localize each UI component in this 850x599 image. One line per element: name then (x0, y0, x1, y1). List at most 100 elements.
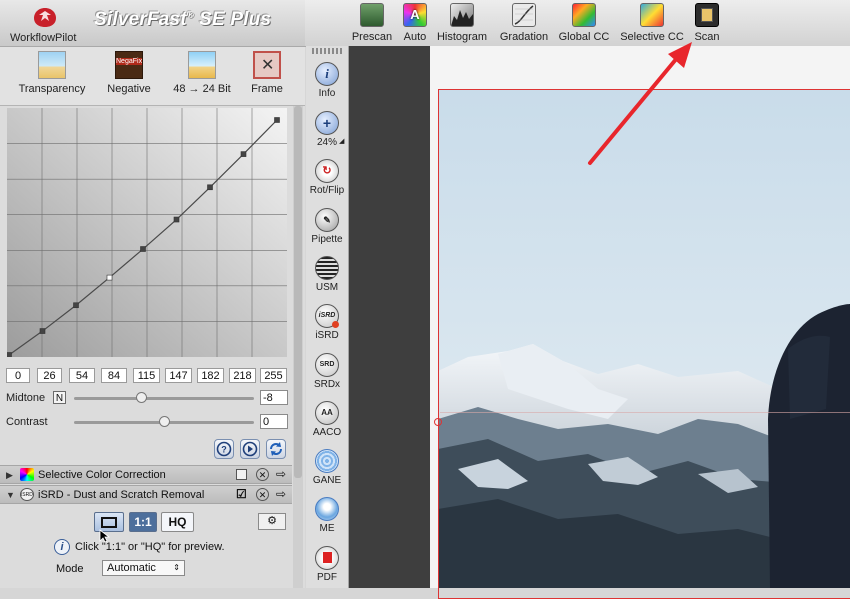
me-label: ME (319, 523, 335, 534)
pdf-tool[interactable]: PDF (306, 546, 348, 583)
curve-value-8[interactable]: 255 (260, 368, 287, 383)
reset-button[interactable] (266, 439, 286, 459)
export-arrow-icon[interactable]: ⇨ (276, 487, 286, 501)
curve-point[interactable] (207, 184, 213, 191)
isrd-1to1-button[interactable]: 1:1 (129, 512, 157, 532)
info-glyph: i (325, 66, 329, 81)
transparency-label: Transparency (18, 83, 86, 95)
pipette-tool[interactable]: ✎ Pipette (306, 208, 348, 245)
scan-button[interactable]: Scan (691, 3, 723, 43)
isrd-section-icon: iSRD (20, 488, 34, 501)
negative-tool[interactable]: NegaFix Negative (98, 51, 160, 95)
midtone-value-input[interactable]: -8 (260, 390, 288, 405)
toolbar-grip[interactable] (312, 48, 342, 54)
app-title: SilverFast® SE Plus (94, 9, 271, 31)
panel-scroll-thumb[interactable] (294, 106, 302, 478)
prescan-button[interactable]: Prescan (350, 3, 394, 43)
scan-icon (695, 3, 719, 27)
contrast-label: Contrast (6, 416, 48, 428)
isrd-settings-button[interactable]: ⚙ (258, 513, 286, 530)
auto-glyph: A (410, 7, 420, 22)
zoom-dropdown-icon[interactable]: ◢ (339, 137, 344, 145)
mode-select[interactable]: Automatic ⇕ (102, 560, 185, 576)
curve-point[interactable] (106, 274, 113, 281)
histogram-button[interactable]: Histogram (436, 3, 488, 43)
curve-value-1[interactable]: 26 (37, 368, 62, 383)
workflow-pilot-label[interactable]: WorkflowPilot (10, 32, 76, 44)
vertical-toolbar: i Info + 24% ◢ ↻ Rot/Flip ✎ Pipette USM … (306, 46, 349, 588)
rotate-flip-tool[interactable]: ↻ Rot/Flip (306, 159, 348, 196)
section-isrd[interactable]: ▼ iSRD iSRD - Dust and Scratch Removal ☑… (0, 485, 292, 504)
midtone-slider-knob[interactable] (135, 392, 147, 403)
frame-tool[interactable]: ✕ Frame (244, 51, 290, 95)
gane-tool[interactable]: GANE (306, 449, 348, 486)
negafix-icon: NegaFix (115, 51, 143, 79)
refresh-icon (270, 442, 282, 456)
info-tool[interactable]: i Info (306, 62, 348, 99)
me-tool[interactable]: ME (306, 497, 348, 534)
selective-cc-button[interactable]: Selective CC (619, 3, 685, 43)
pipette-icon: ✎ (315, 208, 339, 232)
play-button[interactable] (240, 439, 260, 459)
midtone-neutral-button[interactable]: N (53, 391, 66, 404)
aaco-label: AACO (312, 427, 342, 438)
srdx-glyph: SRD (319, 361, 335, 368)
app-title-main: SilverFast (94, 9, 187, 30)
rotate-arrow-glyph: ↻ (322, 165, 332, 177)
curve-point[interactable] (73, 302, 79, 309)
transparency-tool[interactable]: Transparency (14, 51, 90, 95)
bit-depth-icon (188, 51, 216, 79)
zoom-tool[interactable]: + 24% ◢ (306, 111, 348, 148)
curve-point[interactable] (7, 352, 12, 358)
curve-point[interactable] (240, 151, 247, 157)
help-button[interactable]: ? (214, 439, 234, 459)
export-arrow-icon[interactable]: ⇨ (276, 467, 286, 481)
curve-value-5[interactable]: 147 (165, 368, 192, 383)
gradation-icon (512, 3, 536, 27)
gradation-button[interactable]: Gradation (498, 3, 550, 43)
global-cc-button[interactable]: Global CC (558, 3, 610, 43)
aaco-icon: AA (315, 401, 339, 425)
curve-point[interactable] (140, 246, 146, 252)
selective-color-icon (20, 468, 34, 481)
enabled-checkmark-icon[interactable]: ☑ (236, 487, 247, 501)
usm-label: USM (315, 282, 339, 293)
curve-value-2[interactable]: 54 (69, 368, 95, 383)
rotate-flip-label: Rot/Flip (309, 185, 345, 196)
zoom-glyph: + (322, 115, 332, 131)
curve-point[interactable] (39, 328, 46, 334)
close-icon[interactable]: ✕ (256, 488, 269, 501)
section-label: iSRD - Dust and Scratch Removal (38, 489, 205, 501)
isrd-icon: iSRD (315, 304, 339, 328)
enable-checkbox[interactable] (236, 469, 247, 480)
section-selective-color-correction[interactable]: ▶ Selective Color Correction ✕ ⇨ (0, 465, 292, 484)
app-title-suffix: SE Plus (199, 9, 272, 30)
auto-button[interactable]: A Auto (400, 3, 430, 43)
select-arrows-icon: ⇕ (173, 563, 180, 572)
isrd-hq-button[interactable]: HQ (161, 512, 194, 532)
gradation-curve[interactable] (7, 108, 287, 357)
curve-value-0[interactable]: 0 (6, 368, 30, 383)
bit-depth-tool[interactable]: 48 → 24 Bit (168, 51, 236, 95)
isrd-tool[interactable]: iSRD iSRD (306, 304, 348, 341)
aaco-tool[interactable]: AA AACO (306, 401, 348, 438)
zoom-icon: + (315, 111, 339, 135)
midtone-slider-track[interactable] (74, 397, 254, 400)
rotate-flip-icon: ↻ (315, 159, 339, 183)
curve-point[interactable] (173, 216, 180, 223)
curve-value-3[interactable]: 84 (101, 368, 127, 383)
close-icon[interactable]: ✕ (256, 468, 269, 481)
frame-handle[interactable] (434, 418, 442, 426)
selective-cc-icon (640, 3, 664, 27)
contrast-value-input[interactable]: 0 (260, 414, 288, 429)
curve-value-7[interactable]: 218 (229, 368, 256, 383)
mode-select-value: Automatic (107, 562, 156, 574)
curve-point[interactable] (274, 117, 280, 123)
contrast-slider-knob[interactable] (159, 416, 170, 427)
usm-tool[interactable]: USM (306, 256, 348, 293)
curve-value-4[interactable]: 115 (133, 368, 160, 383)
srdx-tool[interactable]: SRD SRDx (306, 353, 348, 390)
curve-value-6[interactable]: 182 (197, 368, 224, 383)
negative-label: Negative (107, 83, 151, 95)
global-cc-icon (572, 3, 596, 27)
